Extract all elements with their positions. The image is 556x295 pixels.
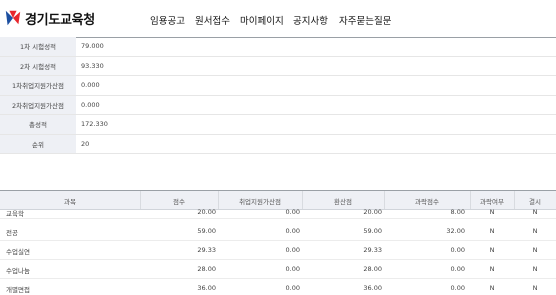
cell-subject: 전공 <box>6 229 18 237</box>
cell-score: 29.33 <box>197 246 216 254</box>
cell-subject: 교육학 <box>6 210 24 218</box>
nav-item-jobs[interactable]: 임용공고 <box>150 13 185 27</box>
header-absent: 결시 <box>529 198 541 206</box>
cell-cutoff: 8.00 <box>450 208 465 216</box>
table-row: 수업나눔 28.00 0.00 28.00 0.00 N N <box>0 259 556 279</box>
cell-cutoff: 0.00 <box>450 246 465 254</box>
summary-value: 93.330 <box>76 56 556 76</box>
cell-score: 20.00 <box>197 208 216 216</box>
cell-score: 28.00 <box>197 265 216 273</box>
cell-fail: N <box>489 208 495 216</box>
cell-fail: N <box>489 246 495 254</box>
cell-converted: 36.00 <box>363 284 382 292</box>
summary-row: 1차 시험성적 79.000 <box>0 37 556 57</box>
summary-row: 1차취업지원가산점 0.000 <box>0 75 556 96</box>
header-converted: 환산점 <box>334 198 352 206</box>
subject-score-table: 과목 점수 취업지원가산점 환산점 과락점수 과락여부 결시 교육학 20.00… <box>0 190 556 295</box>
summary-label: 2차취업지원가산점 <box>0 95 76 115</box>
cell-cutoff: 0.00 <box>450 284 465 292</box>
summary-label: 1차취업지원가산점 <box>0 75 76 96</box>
summary-label: 순위 <box>0 134 76 154</box>
logo-icon[interactable] <box>4 9 22 27</box>
cell-absent: N <box>532 265 538 273</box>
summary-label: 총성적 <box>0 114 76 135</box>
header-cutoff: 과락점수 <box>415 198 439 206</box>
cell-bonus: 0.00 <box>285 265 300 273</box>
cell-subject: 개별면접 <box>6 286 30 294</box>
cell-bonus: 0.00 <box>285 284 300 292</box>
nav-item-notice[interactable]: 공지사항 <box>293 13 328 27</box>
summary-label: 1차 시험성적 <box>0 37 76 57</box>
table-row: 교육학 20.00 0.00 20.00 8.00 N N <box>0 206 556 219</box>
cell-absent: N <box>532 284 538 292</box>
cell-bonus: 0.00 <box>285 208 300 216</box>
summary-row: 순위 20 <box>0 134 556 154</box>
site-header: 경기도교육청 임용공고 원서접수 마이페이지 공지사항 자주묻는질문 <box>0 0 556 38</box>
summary-value: 79.000 <box>76 37 556 57</box>
summary-row: 총성적 172.330 <box>0 114 556 135</box>
summary-row: 2차취업지원가산점 0.000 <box>0 95 556 115</box>
cell-bonus: 0.00 <box>285 227 300 235</box>
table-row: 전공 59.00 0.00 59.00 32.00 N N <box>0 221 556 241</box>
table-row: 수업실연 29.33 0.00 29.33 0.00 N N <box>0 240 556 260</box>
cell-converted: 29.33 <box>363 246 382 254</box>
cell-absent: N <box>532 208 538 216</box>
cell-subject: 수업나눔 <box>6 267 30 275</box>
cell-cutoff: 32.00 <box>446 227 465 235</box>
cell-converted: 59.00 <box>363 227 382 235</box>
cell-subject: 수업실연 <box>6 248 30 256</box>
summary-value: 172.330 <box>76 114 556 135</box>
summary-value: 20 <box>76 134 556 154</box>
header-score: 점수 <box>173 198 185 206</box>
cell-fail: N <box>489 227 495 235</box>
summary-value: 0.000 <box>76 75 556 96</box>
cell-fail: N <box>489 284 495 292</box>
cell-fail: N <box>489 265 495 273</box>
nav-item-faq[interactable]: 자주묻는질문 <box>339 13 391 27</box>
cell-absent: N <box>532 246 538 254</box>
nav-item-apply[interactable]: 원서접수 <box>195 13 230 27</box>
summary-label: 2차 시험성적 <box>0 56 76 76</box>
summary-value: 0.000 <box>76 95 556 115</box>
nav-item-mypage[interactable]: 마이페이지 <box>240 13 284 27</box>
cell-cutoff: 0.00 <box>450 265 465 273</box>
score-summary-table: 1차 시험성적 79.000 2차 시험성적 93.330 1차취업지원가산점 … <box>0 37 556 154</box>
summary-row: 2차 시험성적 93.330 <box>0 56 556 76</box>
header-fail: 과락여부 <box>480 198 504 206</box>
cell-bonus: 0.00 <box>285 246 300 254</box>
header-subject: 과목 <box>64 198 76 206</box>
cell-converted: 20.00 <box>363 208 382 216</box>
header-bonus: 취업지원가산점 <box>239 198 281 206</box>
table-row: 개별면접 36.00 0.00 36.00 0.00 N N <box>0 278 556 295</box>
cell-absent: N <box>532 227 538 235</box>
cell-score: 36.00 <box>197 284 216 292</box>
cell-converted: 28.00 <box>363 265 382 273</box>
logo-text[interactable]: 경기도교육청 <box>25 9 95 28</box>
cell-score: 59.00 <box>197 227 216 235</box>
